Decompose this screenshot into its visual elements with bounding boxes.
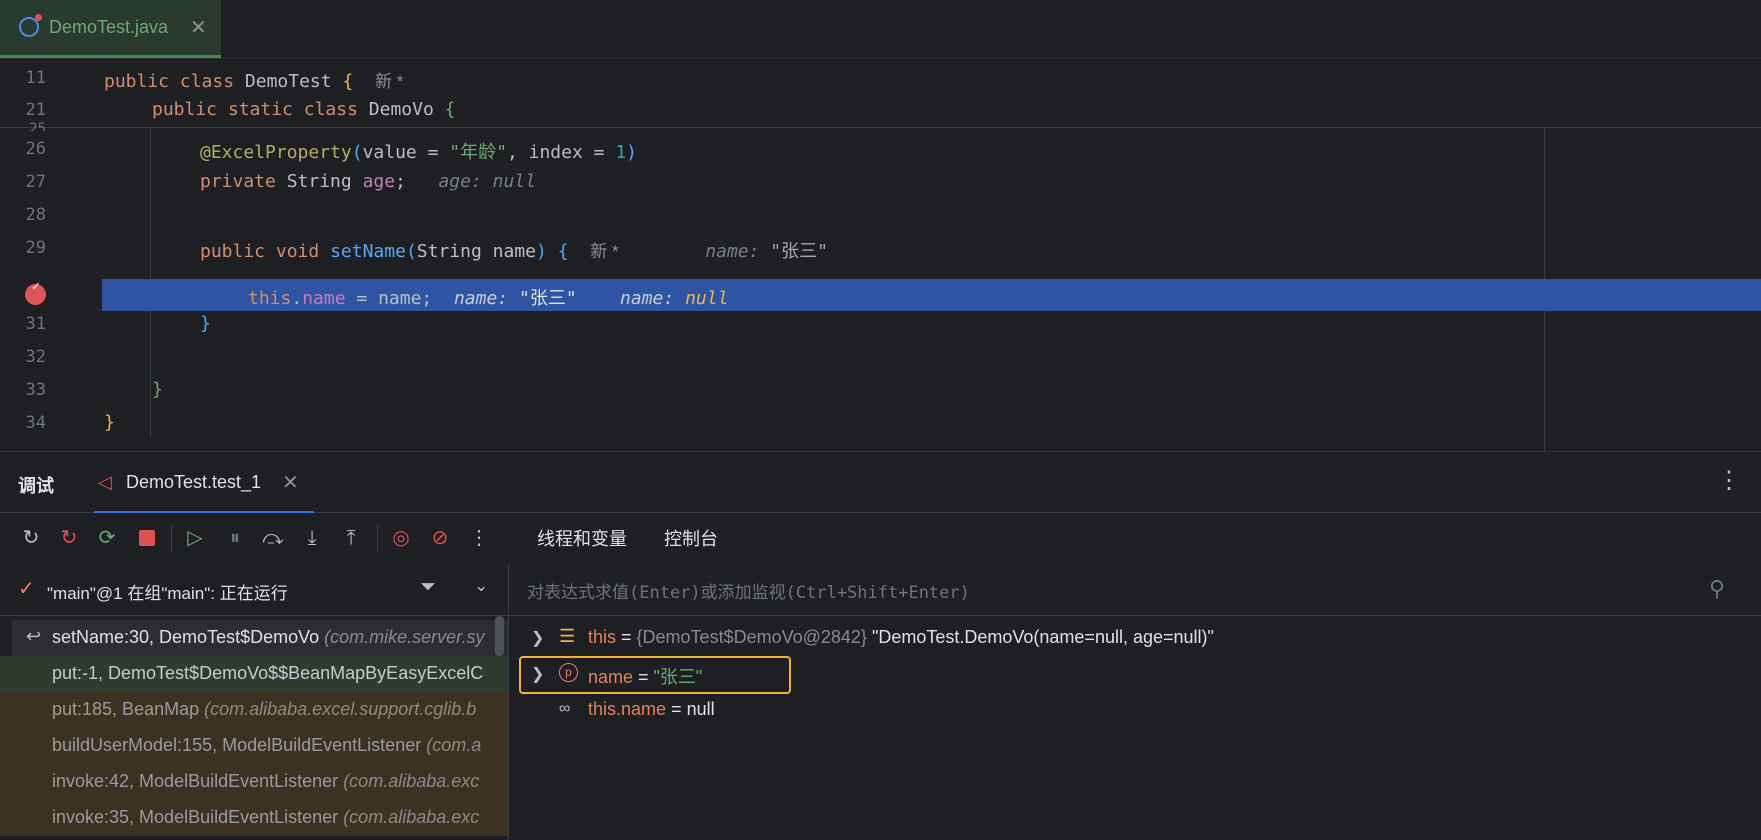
sticky-header: 11 public class DemoTest { 新 * 21 public…	[0, 59, 1761, 128]
code-editor[interactable]: 11 public class DemoTest { 新 * 21 public…	[0, 59, 1761, 451]
line-number: 31	[25, 314, 46, 334]
tab-console[interactable]: 控制台	[664, 525, 718, 551]
line-number: 25	[29, 121, 46, 131]
breakpoint-icon[interactable]	[25, 279, 46, 305]
code-line-27: private String age; age: null	[200, 171, 536, 192]
add-watch-icon[interactable]: ⚲	[1709, 576, 1725, 602]
inline-value-hint: name:	[453, 288, 509, 309]
run-tab-label: DemoTest.test_1	[126, 472, 262, 492]
check-icon: ✓	[18, 578, 35, 600]
line-number: 27	[25, 172, 46, 192]
thread-label: "main"@1 在组"main": 正在运行	[47, 584, 288, 603]
tab-threads-variables[interactable]: 线程和变量	[517, 525, 647, 568]
expand-arrow-icon[interactable]: ❯	[531, 628, 544, 648]
author-badge: 新 *	[590, 242, 619, 261]
author-badge: 新 *	[374, 72, 404, 91]
object-icon: ☰	[559, 626, 576, 646]
code-line-30: this.name = name; name: "张三" name: null	[248, 288, 729, 309]
variables-panel: 对表达式求值(Enter)或添加监视(Ctrl+Shift+Enter) ⚲ ❯…	[509, 564, 1761, 840]
stack-frame[interactable]: buildUserModel:155, ModelBuildEventListe…	[0, 728, 508, 764]
close-tab-icon[interactable]: ✕	[190, 15, 207, 40]
file-tab-demotest[interactable]: DemoTest.java ✕	[0, 0, 221, 58]
rerun-failed-icon[interactable]: ↻	[56, 525, 82, 551]
variable-row-this[interactable]: ❯ ☰ this = {DemoTest$DemoVo@2842} "DemoT…	[509, 622, 1761, 656]
code-line-29: public void setName(String name) { 新 * n…	[200, 241, 828, 262]
variable-row-watch[interactable]: ∞ this.name = null	[509, 694, 1761, 728]
expand-arrow-icon[interactable]: ❯	[531, 664, 544, 684]
debug-title: 调试	[18, 476, 54, 496]
close-run-tab-icon[interactable]: ✕	[282, 470, 299, 495]
toolbar-separator	[377, 525, 378, 553]
stack-frame[interactable]: put:-1, DemoTest$DemoVo$$BeanMapByEasyEx…	[0, 656, 508, 692]
view-breakpoints-icon[interactable]: ◎	[388, 525, 414, 551]
thread-selector[interactable]: ✓ "main"@1 在组"main": 正在运行 ⏷ ⌄	[0, 564, 508, 616]
stack-frame[interactable]: ↩ setName:30, DemoTest$DemoVo (com.mike.…	[12, 620, 508, 656]
mute-breakpoints-icon[interactable]: ⊘	[427, 525, 453, 551]
variable-row-name[interactable]: ❯ p name = "张三"	[509, 658, 1761, 692]
chevron-down-icon[interactable]: ⌄	[474, 576, 488, 596]
ide-window: DemoTest.java ✕ 11 public class DemoTest…	[0, 0, 1761, 840]
resume-icon[interactable]: ▷	[182, 525, 208, 551]
code-line-11: public class DemoTest { 新 *	[104, 71, 404, 92]
return-arrow-icon: ↩	[26, 626, 42, 646]
line-number: 26	[25, 139, 46, 159]
java-class-icon	[19, 14, 42, 37]
step-into-icon[interactable]: ⤓	[299, 525, 325, 551]
line-number: 32	[25, 347, 46, 367]
step-out-icon[interactable]: ⤒	[338, 525, 364, 551]
inline-value-hint: name:	[620, 288, 675, 309]
debug-toolbar: ↻ ↻ ⟳ ▷ ⏸ ⤼ ⤓ ⤒ ◎ ⊘ ⋮ 线程和变量 控制台	[0, 513, 1761, 568]
inline-value-hint: age: null	[438, 171, 536, 192]
stack-frame[interactable]: invoke:42, ModelBuildEventListener (com.…	[0, 764, 508, 800]
more-actions-icon[interactable]: ⋮	[466, 525, 492, 551]
code-line-26: @ExcelProperty(value = "年龄", index = 1)	[200, 142, 638, 163]
more-options-icon[interactable]: ⋮	[1717, 466, 1741, 495]
tab-run-config[interactable]: ◁ DemoTest.test_1 ✕	[94, 452, 314, 514]
line-number: 11	[25, 68, 46, 88]
debug-tool-window-header: 调试 ◁ DemoTest.test_1 ✕ ⋮	[0, 451, 1761, 514]
line-number: 29	[25, 238, 46, 258]
file-tab-label: DemoTest.java	[49, 17, 169, 37]
debug-config-icon: ◁	[98, 472, 112, 492]
step-over-icon[interactable]: ⤼	[260, 525, 286, 551]
toolbar-separator	[171, 525, 172, 553]
reload-changed-classes-icon[interactable]: ⟳	[94, 525, 120, 551]
line-number: 34	[25, 413, 46, 433]
evaluate-placeholder: 对表达式求值(Enter)或添加监视(Ctrl+Shift+Enter)	[527, 583, 970, 603]
evaluate-expression-field[interactable]: 对表达式求值(Enter)或添加监视(Ctrl+Shift+Enter) ⚲	[509, 564, 1761, 616]
code-line-34: }	[104, 412, 115, 433]
parameter-icon: p	[559, 663, 578, 682]
line-number: 33	[25, 380, 46, 400]
watch-glasses-icon: ∞	[559, 700, 571, 717]
stop-icon[interactable]	[134, 525, 160, 551]
frames-scrollbar[interactable]	[495, 616, 504, 656]
stack-frame[interactable]: invoke:35, ModelBuildEventListener (com.…	[0, 800, 508, 836]
code-line-31: }	[200, 313, 211, 334]
line-number: 21	[25, 100, 46, 120]
code-line-21: public static class DemoVo {	[152, 99, 456, 120]
editor-tab-bar: DemoTest.java ✕	[0, 0, 1761, 59]
code-line-33: }	[152, 379, 163, 400]
filter-icon[interactable]: ⏷	[420, 576, 436, 599]
line-number: 28	[25, 205, 46, 225]
frames-panel: ✓ "main"@1 在组"main": 正在运行 ⏷ ⌄ ↩ setName:…	[0, 564, 509, 840]
pause-icon[interactable]: ⏸	[222, 525, 248, 551]
rerun-icon[interactable]: ↻	[18, 525, 44, 551]
stack-frame[interactable]: put:185, BeanMap (com.alibaba.excel.supp…	[0, 692, 508, 728]
inline-value-hint: name:	[705, 241, 760, 262]
